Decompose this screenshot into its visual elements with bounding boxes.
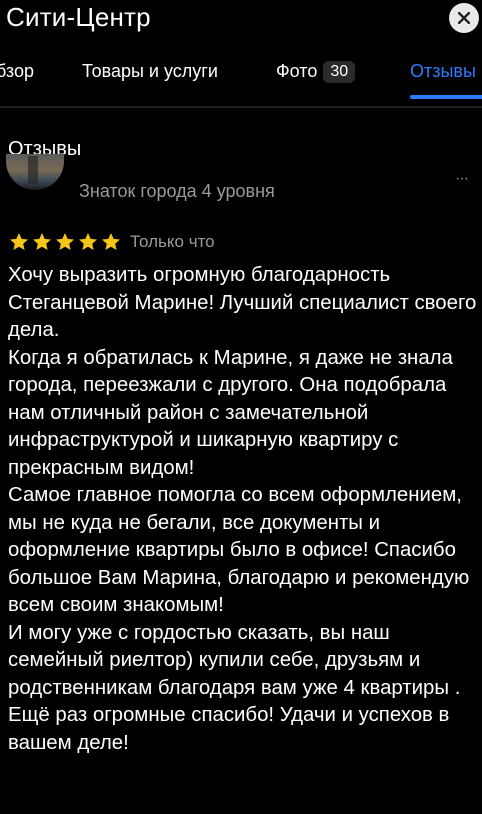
star-rating — [8, 231, 122, 253]
avatar[interactable] — [6, 154, 64, 190]
tab-goods-services-label: Товары и услуги — [82, 61, 218, 81]
tab-reviews-label: Отзывы — [410, 61, 476, 81]
tab-photos-label: Фото — [276, 61, 318, 81]
star-icon — [102, 233, 120, 250]
review-paragraph: Хочу выразить огромную благодарность Сте… — [8, 264, 477, 341]
photo-count-badge: 30 — [323, 61, 356, 83]
review-time: Только что — [130, 232, 215, 251]
review-text: Хочу выразить огромную благодарность Сте… — [8, 262, 478, 757]
star-icon — [56, 233, 74, 250]
review-rating-row: Только что — [8, 230, 215, 254]
tab-photos[interactable]: Фото 30 — [276, 61, 356, 83]
star-icon — [10, 233, 28, 250]
header: Сити-Центр — [0, 0, 482, 44]
review-paragraph: Ещё раз огромные спасибо! Удачи и успехо… — [8, 704, 450, 754]
more-dots-icon[interactable]: ··· — [455, 170, 469, 188]
review-author: Знаток города 4 уровня ··· — [0, 154, 482, 210]
divider — [0, 106, 482, 108]
tab-goods-services[interactable]: Товары и услуги — [82, 61, 218, 82]
author-level: Знаток города 4 уровня — [79, 181, 275, 201]
star-icon — [33, 233, 51, 250]
review-paragraph: И могу уже с гордостью сказать, вы наш с… — [8, 621, 461, 699]
review-paragraph: Самое главное помогла со всем оформление… — [8, 484, 470, 616]
close-icon — [458, 12, 470, 24]
close-button[interactable] — [449, 3, 479, 33]
active-tab-indicator — [410, 95, 482, 99]
star-icon — [79, 233, 97, 250]
page-title: Сити-Центр — [6, 2, 151, 32]
review-paragraph: Когда я обратилась к Марине, я даже не з… — [8, 346, 453, 479]
tab-overview[interactable]: бзор — [0, 61, 34, 82]
tab-reviews[interactable]: Отзывы — [410, 61, 476, 82]
tab-overview-label: бзор — [0, 61, 34, 81]
